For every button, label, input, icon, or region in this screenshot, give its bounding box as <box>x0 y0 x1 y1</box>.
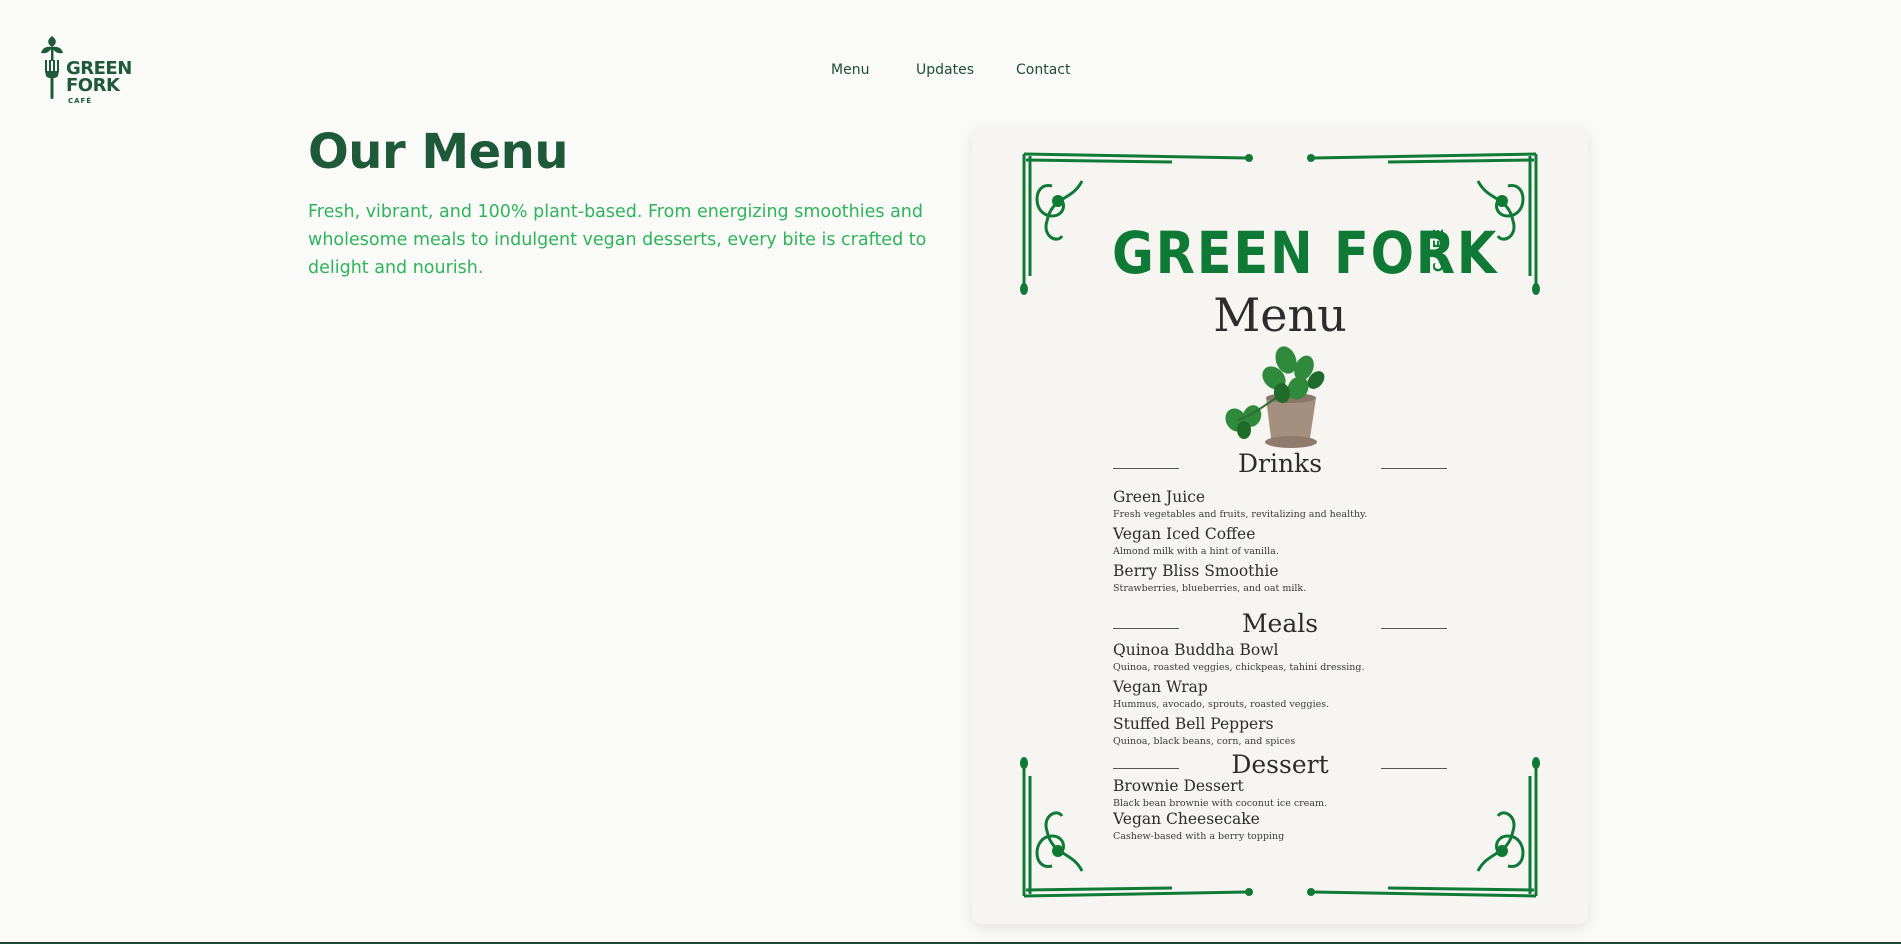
nav-menu-link[interactable]: Menu <box>831 62 869 78</box>
menu-item-desc: Strawberries, blueberries, and oat milk. <box>1113 583 1307 594</box>
logo-line-2: FORK <box>66 75 120 96</box>
menu-item-desc: Quinoa, roasted veggies, chickpeas, tahi… <box>1113 662 1365 673</box>
section-title-drinks: Drinks <box>1237 449 1323 478</box>
menu-item-desc: Cashew-based with a berry topping <box>1113 831 1285 842</box>
menu-heading: Menu <box>1213 288 1347 342</box>
menu-item-desc: Fresh vegetables and fruits, revitalizin… <box>1113 509 1368 520</box>
section-title-meals: Meals <box>1241 609 1319 638</box>
menu-item-name: Vegan Iced Coffee <box>1113 525 1256 543</box>
menu-item-desc: Black bean brownie with coconut ice crea… <box>1113 798 1328 809</box>
logo[interactable]: GREEN FORK CAFÉ <box>38 34 132 110</box>
fork-sprout-icon <box>41 36 63 99</box>
menu-item-desc: Hummus, avocado, sprouts, roasted veggie… <box>1113 699 1330 710</box>
menu-item-name: Green Juice <box>1113 488 1206 506</box>
potted-plant-icon <box>1225 346 1325 448</box>
menu-item-name: Vegan Cheesecake <box>1113 810 1260 828</box>
page-title: Our Menu <box>308 124 569 180</box>
menu-item-name: Quinoa Buddha Bowl <box>1113 641 1279 659</box>
menu-card-image: GREEN FORK CAFÉ Menu Drinks Green Juice … <box>972 126 1588 924</box>
menu-item-desc: Quinoa, black beans, corn, and spices <box>1113 736 1296 747</box>
menu-item-name: Brownie Dessert <box>1113 777 1244 795</box>
menu-item-name: Berry Bliss Smoothie <box>1113 562 1279 580</box>
logo-wordmark: GREEN FORK <box>66 60 132 96</box>
menu-item-name: Vegan Wrap <box>1113 678 1208 696</box>
menu-brand-cafe: CAFÉ <box>1432 226 1447 272</box>
intro-text: Fresh, vibrant, and 100% plant-based. Fr… <box>308 202 927 278</box>
menu-item-desc: Almond milk with a hint of vanilla. <box>1113 546 1279 557</box>
menu-item-name: Stuffed Bell Peppers <box>1113 715 1274 733</box>
nav-updates-link[interactable]: Updates <box>916 62 974 78</box>
section-title-dessert: Dessert <box>1231 750 1329 779</box>
logo-cafe: CAFÉ <box>68 97 93 105</box>
nav-contact-link[interactable]: Contact <box>1016 62 1070 78</box>
